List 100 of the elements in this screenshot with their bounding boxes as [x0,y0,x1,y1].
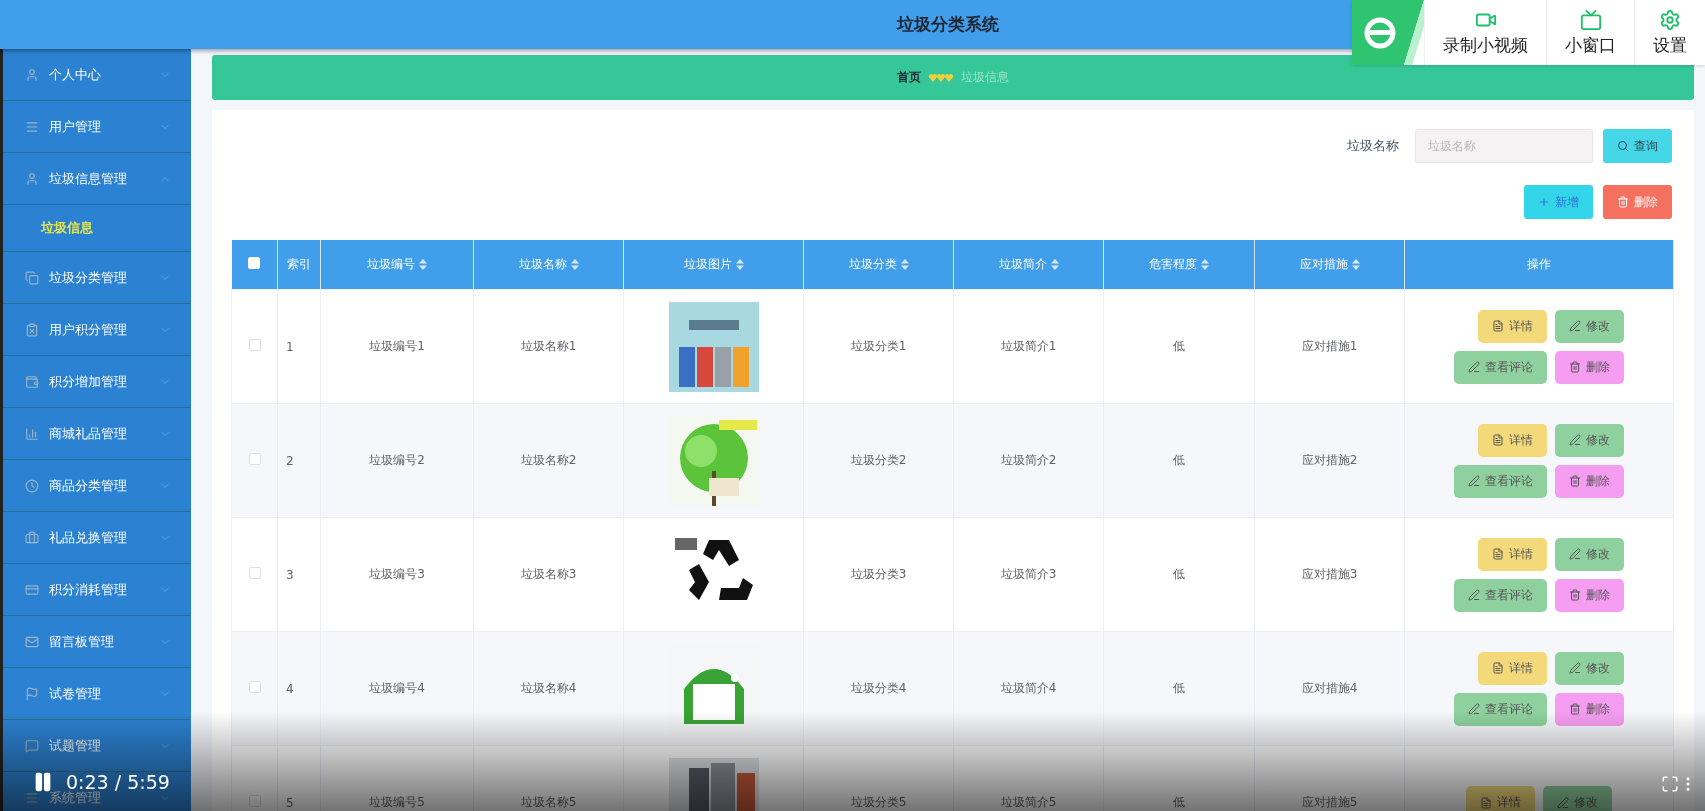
pencil-icon [1569,320,1581,332]
sidebar-item[interactable]: 商城礼品管理 [3,408,191,460]
sidebar-subitem[interactable]: 垃圾信息 [3,205,191,252]
table-cell: 低 [1173,795,1185,809]
comments-button[interactable]: 查看评论 [1454,464,1547,498]
pencil-icon [1468,589,1480,601]
delete-button[interactable]: 删除 [1555,578,1624,612]
detail-button[interactable]: 详情 [1478,651,1547,685]
search-icon [1617,140,1629,152]
pencil-icon [1557,796,1569,809]
sidebar-item[interactable]: 垃圾分类管理 [3,252,191,304]
table-cell: 应对措施3 [1301,567,1358,581]
sidebar-item[interactable]: 试卷管理 [3,668,191,720]
comments-button[interactable]: 查看评论 [1454,350,1547,384]
sidebar-item[interactable]: 个人中心 [3,49,191,101]
sidebar-item[interactable]: 积分消耗管理 [3,564,191,616]
table-cell: 3 [286,567,294,582]
pencil-icon [1468,475,1480,487]
detail-button[interactable]: 详情 [1478,309,1547,343]
sort-icon[interactable] [570,259,579,270]
table-cell: 垃圾编号5 [369,795,425,809]
search-button[interactable]: 查询 [1603,129,1672,163]
delete-button[interactable]: 删除 [1603,185,1672,219]
table-cell: 垃圾分类2 [850,453,907,467]
table-cell: 5 [286,795,294,810]
table-cell: 垃圾分类4 [850,681,907,695]
table-cell: 低 [1173,567,1185,581]
tv-icon [1579,8,1602,31]
menu-item-icon [25,530,39,545]
detail-button[interactable]: 详情 [1478,423,1547,457]
fullscreen-icon[interactable] [1661,775,1679,793]
trash-icon [1569,361,1581,373]
document-icon [1492,434,1504,446]
row-checkbox[interactable] [248,795,261,807]
row-checkbox[interactable] [248,339,261,351]
delete-button[interactable]: 删除 [1555,350,1624,384]
edit-button[interactable]: 修改 [1555,651,1624,685]
sort-icon[interactable] [419,259,427,270]
table-cell: 垃圾名称2 [520,453,577,467]
sidebar-item[interactable]: 用户积分管理 [3,304,191,356]
sort-icon[interactable] [1351,259,1360,270]
sort-icon[interactable] [900,259,909,270]
menu-item-icon [25,790,39,805]
menu-item-icon [25,426,39,441]
comments-button[interactable]: 查看评论 [1454,692,1547,726]
row-checkbox[interactable] [248,453,261,465]
pencil-icon [1569,434,1581,446]
settings-icon [1659,8,1681,31]
trash-icon [1617,196,1629,208]
table-cell: 低 [1173,453,1185,467]
edit-button[interactable]: 修改 [1555,309,1624,343]
row-checkbox[interactable] [248,567,261,579]
sort-icon[interactable] [735,259,744,270]
sidebar-item[interactable]: 留言板管理 [3,616,191,668]
comments-button[interactable]: 查看评论 [1454,578,1547,612]
delete-button[interactable]: 删除 [1555,464,1624,498]
pencil-icon [1468,703,1480,715]
sidebar-item[interactable]: 积分增加管理 [3,356,191,408]
edit-button[interactable]: 修改 [1555,537,1624,571]
table-cell: 垃圾名称3 [520,567,577,581]
select-all-checkbox[interactable] [248,257,261,269]
hearts-icon [929,73,953,82]
table-cell: 2 [286,453,294,468]
column-header: 操作 [1527,256,1551,273]
column-header: 垃圾分类 [848,256,897,273]
column-header: 危害程度 [1149,256,1197,273]
menu-item-icon [25,171,39,186]
menu-item-icon [25,374,39,389]
table-cell: 垃圾简介4 [1000,681,1057,695]
sort-icon[interactable] [1201,259,1209,270]
detail-button[interactable]: 详情 [1466,786,1535,811]
sidebar-item[interactable]: 商品分类管理 [3,460,191,512]
menu-item-icon [25,634,39,649]
document-icon [1492,662,1504,674]
table-cell: 应对措施5 [1301,795,1358,809]
table-cell: 垃圾简介3 [1000,567,1057,581]
table-cell: 垃圾名称4 [520,681,577,695]
menu-item-icon [25,67,39,82]
edit-button[interactable]: 修改 [1543,786,1612,811]
column-header: 垃圾图片 [683,256,732,273]
sidebar-item[interactable]: 垃圾信息管理 [3,153,191,205]
add-button[interactable]: 新增 [1524,185,1593,219]
sort-icon[interactable] [1050,259,1059,270]
menu-item-icon [25,478,39,493]
table-cell: 应对措施4 [1301,681,1358,695]
table-cell: 垃圾编号4 [369,681,425,695]
document-icon [1480,796,1492,809]
table-cell: 垃圾简介5 [1000,795,1057,809]
sidebar-item[interactable]: 试题管理 [3,720,191,772]
delete-button[interactable]: 删除 [1555,692,1624,726]
app-title: 垃圾分类系统 [897,13,999,36]
edit-button[interactable]: 修改 [1555,423,1624,457]
table-cell: 低 [1173,681,1185,695]
sidebar-item[interactable]: 礼品兑换管理 [3,512,191,564]
detail-button[interactable]: 详情 [1478,537,1547,571]
row-checkbox[interactable] [248,681,261,693]
breadcrumb-link[interactable]: 首页 [897,69,921,86]
table-cell: 应对措施2 [1301,453,1358,467]
column-header: 索引 [287,256,311,273]
sidebar-item[interactable]: 用户管理 [3,101,191,153]
